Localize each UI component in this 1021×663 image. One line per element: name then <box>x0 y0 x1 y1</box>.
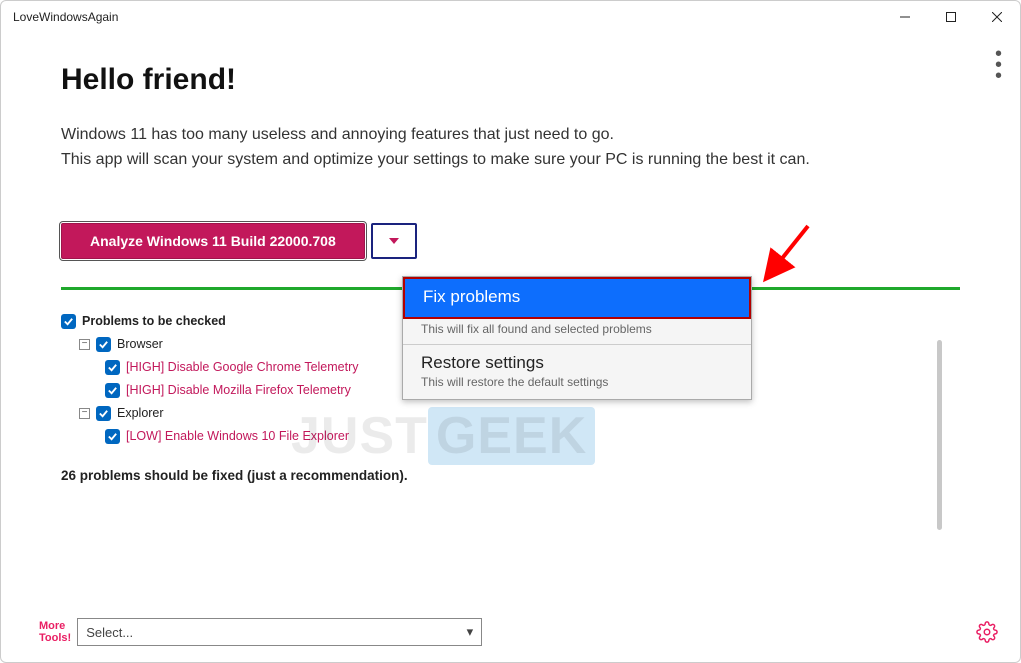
checkbox-icon[interactable] <box>96 337 111 352</box>
page-title: Hello friend! <box>61 63 960 97</box>
page-subtitle: Windows 11 has too many useless and anno… <box>61 123 960 173</box>
menu-item-desc: This will fix all found and selected pro… <box>403 319 751 345</box>
checkbox-icon[interactable] <box>96 406 111 421</box>
action-row: Analyze Windows 11 Build 22000.708 <box>61 223 960 259</box>
titlebar: LoveWindowsAgain <box>1 1 1020 33</box>
chevron-down-icon: ▾ <box>467 624 474 640</box>
gear-icon[interactable] <box>976 621 998 648</box>
kebab-menu-icon[interactable]: ••• <box>995 45 1002 85</box>
minimize-button[interactable] <box>882 1 928 33</box>
tree-category[interactable]: − Explorer <box>79 406 960 421</box>
tree-root-label: Problems to be checked <box>82 314 226 328</box>
select-placeholder: Select... <box>86 625 133 640</box>
tree-item[interactable]: [LOW] Enable Windows 10 File Explorer <box>105 429 960 444</box>
dropdown-menu: Fix problems This will fix all found and… <box>402 276 752 400</box>
more-tools-link[interactable]: More Tools! <box>39 620 71 644</box>
checkbox-icon[interactable] <box>105 383 120 398</box>
close-button[interactable] <box>974 1 1020 33</box>
checkbox-icon[interactable] <box>61 314 76 329</box>
menu-item-restore-settings[interactable]: Restore settings This will restore the d… <box>403 345 751 399</box>
tools-select[interactable]: Select... ▾ <box>77 618 482 646</box>
collapse-icon[interactable]: − <box>79 339 90 350</box>
maximize-button[interactable] <box>928 1 974 33</box>
category-label: Browser <box>117 337 163 351</box>
collapse-icon[interactable]: − <box>79 408 90 419</box>
main-content: Hello friend! Windows 11 has too many us… <box>1 33 1020 483</box>
analyze-button[interactable]: Analyze Windows 11 Build 22000.708 <box>61 223 365 259</box>
dropdown-toggle-button[interactable] <box>371 223 417 259</box>
problem-link[interactable]: [LOW] Enable Windows 10 File Explorer <box>126 429 349 443</box>
checkbox-icon[interactable] <box>105 429 120 444</box>
problem-link[interactable]: [HIGH] Disable Mozilla Firefox Telemetry <box>126 383 351 397</box>
window-controls <box>882 1 1020 33</box>
chevron-down-icon <box>389 238 399 244</box>
annotation-arrow-icon <box>758 221 818 291</box>
window-title: LoveWindowsAgain <box>13 10 118 24</box>
category-label: Explorer <box>117 406 164 420</box>
checkbox-icon[interactable] <box>105 360 120 375</box>
menu-item-fix-problems[interactable]: Fix problems <box>403 277 751 319</box>
problem-link[interactable]: [HIGH] Disable Google Chrome Telemetry <box>126 360 359 374</box>
scrollbar-thumb[interactable] <box>937 340 942 530</box>
summary-text: 26 problems should be fixed (just a reco… <box>61 468 960 483</box>
footer: More Tools! Select... ▾ <box>39 618 998 646</box>
